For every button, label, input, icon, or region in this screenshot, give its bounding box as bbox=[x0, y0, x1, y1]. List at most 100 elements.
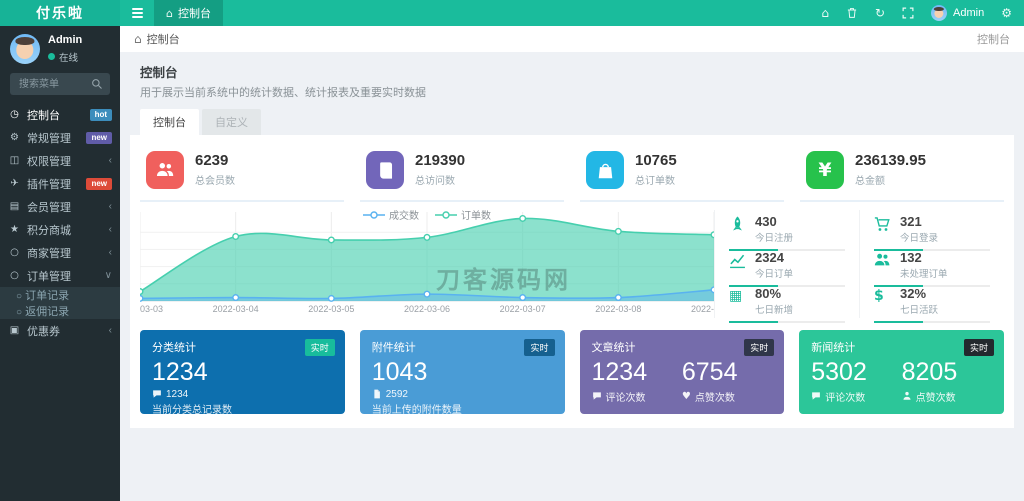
stat-value: 6239 bbox=[195, 153, 235, 170]
shopping-bag-icon bbox=[586, 151, 624, 189]
area-chart: 成交数 订单数 2022-03-032022-03-042022-03-0520… bbox=[140, 210, 714, 318]
list-icon: ▤ bbox=[8, 201, 21, 212]
dashboard-icon: ◷ bbox=[8, 109, 21, 120]
person-icon bbox=[902, 391, 912, 401]
realtime-badge: 实时 bbox=[964, 339, 994, 356]
topbar-tab-label: 控制台 bbox=[178, 5, 211, 21]
tab-dashboard[interactable]: 控制台 bbox=[140, 109, 199, 135]
gears-icon[interactable]: ⚙ bbox=[1001, 7, 1012, 19]
page-heading: 控制台 用于展示当前系统中的统计数据、统计报表及重要实时数据 bbox=[120, 52, 1024, 100]
hot-badge: hot bbox=[90, 109, 112, 121]
breadcrumb-right: 控制台 bbox=[977, 31, 1010, 47]
sidebar-search bbox=[10, 73, 110, 95]
tab-custom[interactable]: 自定义 bbox=[202, 109, 261, 135]
user-menu[interactable]: Admin bbox=[931, 5, 984, 21]
stat-card-visits: 219390 总访问数 bbox=[360, 143, 564, 202]
chevron-left-icon: ‹ bbox=[109, 325, 112, 336]
stat-label: 总会员数 bbox=[195, 172, 235, 187]
sidebar-item-points-mall[interactable]: ★ 积分商城 ‹ bbox=[0, 218, 120, 241]
card-category-stats: 分类统计 实时 1234 1234 当前分类总记录数 bbox=[140, 330, 345, 414]
x-tick-label: 2022-03-08 bbox=[595, 304, 641, 314]
heart-icon: ♥ bbox=[682, 391, 691, 402]
stat-label: 总访问数 bbox=[415, 172, 465, 187]
top-navbar: ⌂ 控制台 ⌂ ↻ Admin ⚙ bbox=[120, 0, 1024, 26]
chart-x-axis-labels: 2022-03-032022-03-042022-03-052022-03-06… bbox=[140, 302, 714, 316]
card-value: 1043 bbox=[372, 358, 553, 387]
new-badge: new bbox=[86, 132, 112, 144]
comment-icon bbox=[592, 391, 602, 401]
circle-icon: ○ bbox=[16, 291, 22, 302]
topbar-tab-dashboard[interactable]: ⌂ 控制台 bbox=[154, 0, 223, 26]
quick-stat-registrations: 430 今日注册 bbox=[714, 210, 859, 246]
user-name: Admin bbox=[953, 7, 984, 19]
sidebar-item-coupons[interactable]: ▣ 优惠券 ‹ bbox=[0, 319, 120, 342]
quick-stat-logins: 321 今日登录 bbox=[859, 210, 1004, 246]
breadcrumb: ⌂ 控制台 控制台 bbox=[120, 26, 1024, 52]
avatar bbox=[931, 5, 947, 21]
summary-cards: 分类统计 实时 1234 1234 当前分类总记录数 附件统计 实时 1043 … bbox=[140, 330, 1004, 414]
quick-stats: 430 今日注册 321 今日登录 2324 今日订单 bbox=[714, 210, 1004, 318]
page-title: 控制台 bbox=[140, 62, 1004, 81]
sidebar-item-general[interactable]: ⚙ 常规管理 new bbox=[0, 126, 120, 149]
refresh-icon[interactable]: ↻ bbox=[875, 7, 885, 19]
stat-card-amount: ¥ 236139.95 总金额 bbox=[800, 143, 1004, 202]
x-tick-label: 2022-03-07 bbox=[500, 304, 546, 314]
document-icon bbox=[372, 389, 382, 399]
quick-stat-pending-orders: 132 未处理订单 bbox=[859, 246, 1004, 282]
card-value: 1234 bbox=[152, 358, 333, 387]
circle-icon: ○ bbox=[8, 270, 21, 281]
plane-icon: ✈ bbox=[8, 178, 21, 189]
sidebar-toggle-button[interactable] bbox=[120, 0, 154, 26]
chevron-down-icon: ∨ bbox=[105, 270, 112, 281]
app-logo[interactable]: 付乐啦 bbox=[0, 0, 120, 26]
circle-icon: ○ bbox=[16, 307, 22, 318]
star-icon: ★ bbox=[8, 224, 21, 235]
sidebar-item-members[interactable]: ▤ 会员管理 ‹ bbox=[0, 195, 120, 218]
sidebar: Admin 在线 ◷ 控制台 hot ⚙ 常规管理 new ◫ 权限管理 ‹ ✈… bbox=[0, 26, 120, 501]
trash-icon[interactable] bbox=[846, 7, 858, 19]
x-tick-label: 2022-03-04 bbox=[213, 304, 259, 314]
chevron-left-icon: ‹ bbox=[109, 247, 112, 258]
yen-icon: ¥ bbox=[806, 151, 844, 189]
breadcrumb-current[interactable]: 控制台 bbox=[147, 31, 180, 47]
page-description: 用于展示当前系统中的统计数据、统计报表及重要实时数据 bbox=[140, 84, 1004, 100]
card-news-stats: 新闻统计 实时 5302 评论次数 8205 点赞次数 bbox=[799, 330, 1004, 414]
home-icon: ⌂ bbox=[134, 33, 142, 45]
online-status-dot bbox=[48, 53, 55, 60]
x-tick-label: 2022-03-06 bbox=[404, 304, 450, 314]
legend-item[interactable]: 订单数 bbox=[435, 207, 491, 222]
chevron-left-icon: ‹ bbox=[109, 224, 112, 235]
fullscreen-icon[interactable] bbox=[902, 7, 914, 19]
rocket-icon bbox=[729, 215, 746, 233]
sidebar-user-panel: Admin 在线 bbox=[0, 26, 120, 70]
gears-icon: ⚙ bbox=[8, 132, 21, 143]
sidebar-item-merchants[interactable]: ○ 商家管理 ‹ bbox=[0, 241, 120, 264]
main-content: ⌂ 控制台 控制台 控制台 用于展示当前系统中的统计数据、统计报表及重要实时数据… bbox=[120, 26, 1024, 501]
book-icon bbox=[366, 151, 404, 189]
sidebar-subitem-rebate-records[interactable]: ○ 返佣记录 bbox=[0, 303, 120, 319]
sidebar-subitem-order-records[interactable]: ○ 订单记录 bbox=[0, 287, 120, 303]
stat-value: 236139.95 bbox=[855, 153, 926, 170]
sidebar-user-name: Admin bbox=[48, 34, 82, 47]
legend-item[interactable]: 成交数 bbox=[363, 207, 419, 222]
quick-stat-today-orders: 2324 今日订单 bbox=[714, 246, 859, 282]
sidebar-item-permissions[interactable]: ◫ 权限管理 ‹ bbox=[0, 149, 120, 172]
search-input[interactable] bbox=[17, 78, 87, 91]
comment-icon bbox=[811, 391, 821, 401]
users-icon bbox=[874, 251, 891, 269]
stats-row: 6239 总会员数 219390 总访问数 10765 总订单数 ¥ 23613… bbox=[140, 143, 1004, 202]
sidebar-user-status: 在线 bbox=[59, 50, 78, 64]
home-icon: ⌂ bbox=[166, 8, 173, 19]
dollar-icon: $ bbox=[874, 287, 891, 304]
ticket-icon: ▣ bbox=[8, 325, 21, 336]
home-icon[interactable]: ⌂ bbox=[821, 7, 829, 19]
realtime-badge: 实时 bbox=[744, 339, 774, 356]
chart-legend[interactable]: 成交数 订单数 bbox=[140, 207, 714, 222]
card-article-stats: 文章统计 实时 1234 评论次数 6754 ♥ 点赞次数 bbox=[580, 330, 785, 414]
comment-icon bbox=[152, 389, 162, 399]
sidebar-item-plugins[interactable]: ✈ 插件管理 new bbox=[0, 172, 120, 195]
search-icon[interactable] bbox=[91, 78, 103, 90]
sidebar-item-orders[interactable]: ○ 订单管理 ∨ bbox=[0, 264, 120, 287]
stat-card-members: 6239 总会员数 bbox=[140, 143, 344, 202]
sidebar-item-dashboard[interactable]: ◷ 控制台 hot bbox=[0, 103, 120, 126]
